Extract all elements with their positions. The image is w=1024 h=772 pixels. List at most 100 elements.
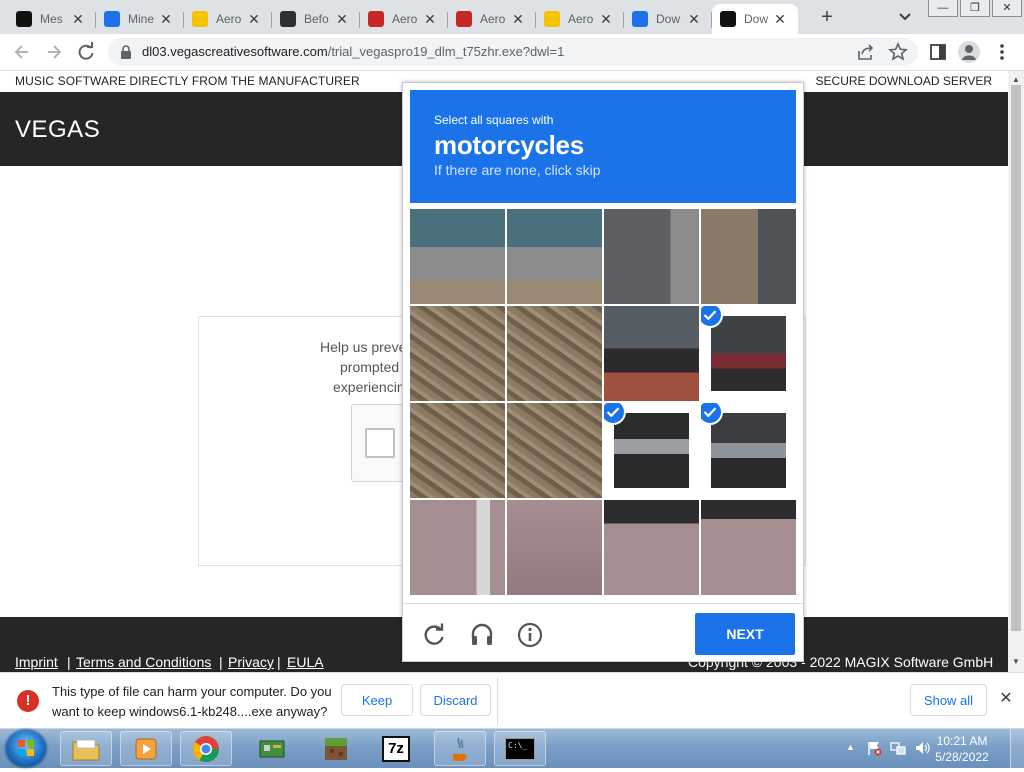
- start-button[interactable]: [6, 730, 46, 767]
- lock-icon[interactable]: [120, 45, 132, 59]
- captcha-tile[interactable]: [507, 306, 602, 401]
- info-icon[interactable]: [517, 622, 543, 648]
- scroll-thumb[interactable]: [1011, 85, 1021, 631]
- captcha-tile[interactable]: [507, 209, 602, 304]
- taskbar-network-tool[interactable]: [246, 731, 298, 766]
- captcha-tile[interactable]: [507, 500, 602, 595]
- folder-icon: [72, 739, 100, 760]
- captcha-tile[interactable]: [410, 403, 505, 498]
- maximize-button[interactable]: ❐: [960, 0, 990, 17]
- eula-link[interactable]: EULA: [287, 654, 324, 670]
- next-button[interactable]: NEXT: [695, 613, 795, 655]
- close-download-bar-button[interactable]: ✕: [998, 691, 1014, 707]
- scroll-down-arrow[interactable]: ▼: [1012, 657, 1020, 666]
- action-center-flag-icon[interactable]: [866, 740, 882, 756]
- terms-link[interactable]: Terms and Conditions: [76, 654, 211, 670]
- footer-separator: |: [219, 654, 223, 670]
- captcha-tile[interactable]: [507, 403, 602, 498]
- taskbar-explorer[interactable]: [60, 731, 112, 766]
- captcha-tile[interactable]: [604, 209, 699, 304]
- taskbar-java[interactable]: [434, 731, 486, 766]
- tab-title: Aero: [568, 12, 594, 26]
- privacy-link[interactable]: Privacy: [228, 654, 274, 670]
- captcha-tile[interactable]: [604, 500, 699, 595]
- new-tab-button[interactable]: +: [816, 6, 838, 28]
- person-icon: [962, 45, 976, 60]
- close-tab-icon[interactable]: ✕: [70, 11, 86, 27]
- browser-tab[interactable]: Mine ✕: [96, 4, 184, 34]
- reload-challenge-icon[interactable]: [421, 622, 447, 648]
- system-clock[interactable]: 10:21 AM 5/28/2022: [930, 733, 994, 765]
- url-text[interactable]: dl03.vegascreativesoftware.com/trial_veg…: [142, 44, 564, 59]
- forward-icon[interactable]: [44, 42, 64, 62]
- browser-tab[interactable]: Befo ✕: [272, 4, 360, 34]
- tile-image: [410, 209, 505, 304]
- address-bar[interactable]: dl03.vegascreativesoftware.com/trial_veg…: [108, 38, 918, 66]
- java-icon: [453, 736, 467, 761]
- close-tab-icon[interactable]: ✕: [334, 11, 350, 27]
- page-scrollbar[interactable]: ▲ ▼: [1008, 71, 1024, 672]
- clock-time: 10:21 AM: [936, 734, 988, 748]
- taskbar-command-prompt[interactable]: C:\_: [494, 731, 546, 766]
- network-icon[interactable]: [890, 740, 906, 756]
- image-grid: [410, 209, 796, 595]
- close-tab-icon[interactable]: ✕: [158, 11, 174, 27]
- captcha-tile[interactable]: [604, 306, 699, 401]
- close-tab-icon[interactable]: ✕: [686, 11, 702, 27]
- taskbar-minecraft[interactable]: [310, 731, 362, 766]
- side-panel-icon[interactable]: [928, 42, 948, 62]
- close-tab-icon[interactable]: ✕: [510, 11, 526, 27]
- keep-button[interactable]: Keep: [341, 684, 413, 716]
- close-tab-icon[interactable]: ✕: [772, 11, 788, 27]
- taskbar-media-player[interactable]: [120, 731, 172, 766]
- challenge-target: motorcycles: [434, 130, 584, 160]
- 7zip-icon: 7z: [382, 735, 410, 762]
- captcha-tile[interactable]: [701, 403, 796, 498]
- browser-tab[interactable]: Aero ✕: [360, 4, 448, 34]
- browser-tab[interactable]: Aero ✕: [184, 4, 272, 34]
- captcha-tile[interactable]: [604, 403, 699, 498]
- vegas-logo[interactable]: VEGAS: [15, 116, 100, 144]
- netlife-icon: [456, 11, 472, 27]
- browser-tab[interactable]: Aero ✕: [448, 4, 536, 34]
- imprint-link[interactable]: Imprint: [15, 654, 58, 670]
- download-icon: [632, 11, 648, 27]
- browser-tab[interactable]: Mes ✕: [8, 4, 96, 34]
- browser-tab[interactable]: Dow ✕: [712, 4, 798, 34]
- close-tab-icon[interactable]: ✕: [422, 11, 438, 27]
- discard-button[interactable]: Discard: [420, 684, 491, 716]
- captcha-tile[interactable]: [701, 500, 796, 595]
- show-all-button[interactable]: Show all: [910, 684, 987, 716]
- volume-icon[interactable]: [914, 740, 930, 756]
- profile-avatar[interactable]: [958, 41, 980, 63]
- bookmark-star-icon[interactable]: [888, 42, 908, 62]
- audio-challenge-icon[interactable]: [469, 622, 495, 648]
- captcha-tile[interactable]: [410, 209, 505, 304]
- scroll-up-arrow[interactable]: ▲: [1012, 75, 1020, 84]
- close-tab-icon[interactable]: ✕: [598, 11, 614, 27]
- captcha-tile[interactable]: [410, 500, 505, 595]
- browser-tab[interactable]: Aero ✕: [536, 4, 624, 34]
- media-player-icon: [135, 738, 157, 759]
- browser-tab[interactable]: Dow ✕: [624, 4, 712, 34]
- captcha-tile[interactable]: [701, 209, 796, 304]
- share-icon[interactable]: [856, 42, 876, 62]
- reload-icon[interactable]: [76, 42, 96, 62]
- tile-image: [410, 306, 505, 401]
- menu-kebab-icon[interactable]: [994, 42, 1010, 62]
- close-window-button[interactable]: ✕: [992, 0, 1022, 17]
- tab-search-icon[interactable]: [896, 8, 914, 26]
- recaptcha-checkbox[interactable]: [365, 428, 395, 458]
- back-icon[interactable]: [12, 42, 32, 62]
- taskbar-chrome[interactable]: [180, 731, 232, 766]
- minimize-button[interactable]: —: [928, 0, 958, 17]
- tile-image: [701, 500, 796, 595]
- taskbar-7zip[interactable]: 7z: [370, 731, 422, 766]
- show-desktop-button[interactable]: [1010, 729, 1024, 768]
- close-tab-icon[interactable]: ✕: [246, 11, 262, 27]
- shield-icon: [280, 11, 296, 27]
- captcha-tile[interactable]: [410, 306, 505, 401]
- netlife-icon: [368, 11, 384, 27]
- captcha-tile[interactable]: [701, 306, 796, 401]
- show-hidden-icons-arrow[interactable]: ▲: [846, 742, 855, 752]
